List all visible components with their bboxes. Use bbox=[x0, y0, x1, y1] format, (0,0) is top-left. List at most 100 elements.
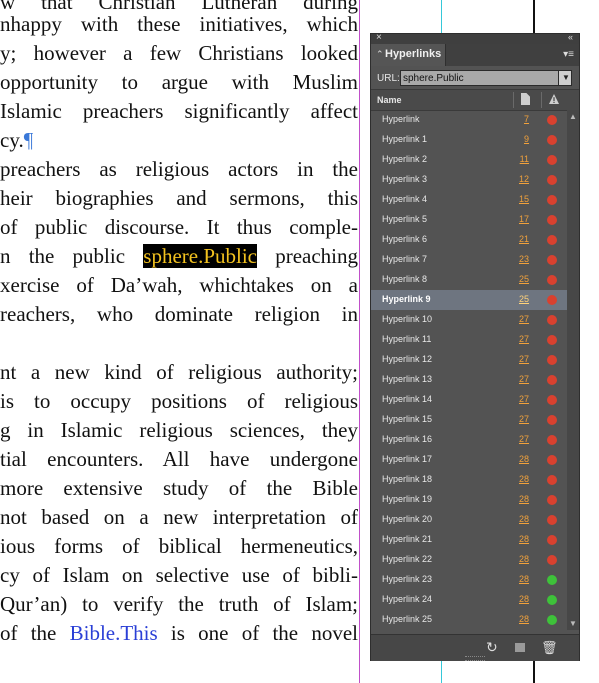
hyperlink-page-link[interactable]: 28 bbox=[519, 474, 529, 484]
hyperlink-row[interactable]: Hyperlink 7 23 bbox=[371, 250, 567, 270]
url-field[interactable] bbox=[400, 70, 560, 86]
scroll-up-icon[interactable]: ▲ bbox=[569, 112, 577, 121]
hyperlink-page-link[interactable]: 7 bbox=[524, 114, 529, 124]
hyperlink-row[interactable]: Hyperlink 10 27 bbox=[371, 310, 567, 330]
text-line[interactable]: is to occupy positions of religious bbox=[0, 387, 358, 416]
hyperlink-page-link[interactable]: 21 bbox=[519, 234, 529, 244]
hyperlink-row[interactable]: Hyperlink 19 28 bbox=[371, 490, 567, 510]
collapse-icon[interactable]: « bbox=[568, 32, 573, 42]
panel-menu-icon[interactable]: ▾≡ bbox=[563, 49, 574, 60]
hyperlink-row[interactable]: Hyperlink 2 11 bbox=[371, 150, 567, 170]
list-scrollbar[interactable]: ▲ ▼ bbox=[567, 110, 579, 630]
text-line[interactable]: tial encounters. All have undergone bbox=[0, 445, 358, 474]
tab-expand-icon[interactable]: ⌃ bbox=[376, 49, 384, 60]
tab-hyperlinks[interactable]: ⌃ Hyperlinks bbox=[371, 44, 446, 66]
hyperlink-page-link[interactable]: 28 bbox=[519, 554, 529, 564]
hyperlink-row[interactable]: Hyperlink 17 28 bbox=[371, 450, 567, 470]
text-line[interactable]: g in Islamic religious sciences, they bbox=[0, 416, 358, 445]
hyperlink-page-link[interactable]: 28 bbox=[519, 594, 529, 604]
hyperlink-page-link[interactable]: 23 bbox=[519, 254, 529, 264]
hyperlink-page-link[interactable]: 17 bbox=[519, 214, 529, 224]
status-error-icon bbox=[547, 455, 557, 465]
text-line[interactable]: nt a new kind of religious authority; bbox=[0, 358, 358, 387]
text-line[interactable]: y; however a few Christians looked bbox=[0, 39, 358, 68]
hyperlink-row[interactable]: Hyperlink 12 27 bbox=[371, 350, 567, 370]
hyperlink-page-link[interactable]: 27 bbox=[519, 414, 529, 424]
hyperlink-row[interactable]: Hyperlink 3 12 bbox=[371, 170, 567, 190]
hyperlink-row[interactable]: Hyperlink 13 27 bbox=[371, 370, 567, 390]
hyperlink-page-link[interactable]: 27 bbox=[519, 374, 529, 384]
text-line[interactable]: of public discourse. It thus comple- bbox=[0, 213, 358, 242]
hyperlink-row[interactable]: Hyperlink 15 27 bbox=[371, 410, 567, 430]
hyperlink-page-link[interactable]: 27 bbox=[519, 334, 529, 344]
text-line[interactable]: cy.¶ bbox=[0, 126, 358, 155]
hyperlink-row[interactable]: Hyperlink 22 28 bbox=[371, 550, 567, 570]
text-line[interactable]: opportunity to argue with Muslim bbox=[0, 68, 358, 97]
document-page[interactable]: w that Christian Lutheran during nhappy w… bbox=[0, 0, 360, 683]
text-line[interactable]: reachers, who dominate religion in bbox=[0, 300, 358, 329]
hyperlink-row[interactable]: Hyperlink 18 28 bbox=[371, 470, 567, 490]
text-line[interactable]: n the public sphere.Public preaching bbox=[0, 242, 358, 271]
text-line[interactable]: more extensive study of the Bible bbox=[0, 474, 358, 503]
hyperlink-row[interactable]: Hyperlink 20 28 bbox=[371, 510, 567, 530]
text-line[interactable]: preachers as religious actors in the bbox=[0, 155, 358, 184]
hyperlink-page-link[interactable]: 28 bbox=[519, 614, 529, 624]
text-line[interactable]: ious forms of biblical hermeneutics, bbox=[0, 532, 358, 561]
hyperlink-row[interactable]: Hyperlink 7 bbox=[371, 110, 567, 130]
hyperlink-page-link[interactable]: 28 bbox=[519, 494, 529, 504]
hyperlink-row[interactable]: Hyperlink 25 28 bbox=[371, 610, 567, 630]
text-line[interactable]: xercise of Da’wah, whichtakes on a bbox=[0, 271, 358, 300]
text-line[interactable]: heir biographies and sermons, this bbox=[0, 184, 358, 213]
text-line[interactable]: nhappy with these initiatives, which bbox=[0, 10, 358, 39]
hyperlink-row[interactable]: Hyperlink 6 21 bbox=[371, 230, 567, 250]
text-line[interactable]: of the Bible.This is one of the novel bbox=[0, 619, 358, 648]
hyperlink-page-link[interactable]: 25 bbox=[519, 294, 529, 304]
selected-text[interactable]: sphere.Public bbox=[143, 244, 257, 268]
text-run: cy. bbox=[0, 128, 24, 152]
trash-icon[interactable]: 🗑 bbox=[541, 640, 558, 656]
hyperlink-page-link[interactable]: 28 bbox=[519, 514, 529, 524]
close-icon[interactable]: × bbox=[376, 32, 382, 43]
hyperlink-name: Hyperlink 14 bbox=[382, 394, 433, 404]
text-line[interactable]: Islamic preachers significantly affect bbox=[0, 97, 358, 126]
hyperlink-page-link[interactable]: 9 bbox=[524, 134, 529, 144]
hyperlink-page-link[interactable]: 27 bbox=[519, 394, 529, 404]
url-dropdown-button[interactable]: ▼ bbox=[558, 70, 572, 86]
hyperlink-row[interactable]: Hyperlink 21 28 bbox=[371, 530, 567, 550]
hyperlink-row[interactable]: Hyperlink 11 27 bbox=[371, 330, 567, 350]
hyperlink-row[interactable]: Hyperlink 1 9 bbox=[371, 130, 567, 150]
warning-icon[interactable] bbox=[548, 93, 560, 105]
hyperlink-page-link[interactable]: 27 bbox=[519, 314, 529, 324]
resize-grip[interactable] bbox=[465, 656, 485, 661]
hyperlink-row[interactable]: Hyperlink 8 25 bbox=[371, 270, 567, 290]
url-input[interactable] bbox=[403, 71, 543, 85]
scroll-down-icon[interactable]: ▼ bbox=[569, 619, 577, 628]
text-line[interactable]: cy of Islam on selective use of bibli- bbox=[0, 561, 358, 590]
hyperlink-page-link[interactable]: 27 bbox=[519, 434, 529, 444]
hyperlink-page-link[interactable]: 15 bbox=[519, 194, 529, 204]
text-line[interactable]: Qur’an) to verify the truth of Islam; bbox=[0, 590, 358, 619]
hyperlink-row[interactable]: Hyperlink 9 25 bbox=[371, 290, 567, 310]
hyperlink-page-link[interactable]: 28 bbox=[519, 454, 529, 464]
hyperlink-row[interactable]: Hyperlink 23 28 bbox=[371, 570, 567, 590]
hyperlink-list[interactable]: Hyperlink 7 Hyperlink 1 9 Hyperlink 2 11 Hyper… bbox=[371, 110, 567, 630]
hyperlink-name: Hyperlink 8 bbox=[382, 274, 428, 284]
hyperlink-row[interactable]: Hyperlink 24 28 bbox=[371, 590, 567, 610]
text-line[interactable] bbox=[0, 329, 358, 358]
refresh-icon[interactable]: ↻ bbox=[486, 639, 498, 656]
hyperlink-page-link[interactable]: 12 bbox=[519, 174, 529, 184]
hyperlink-row[interactable]: Hyperlink 14 27 bbox=[371, 390, 567, 410]
hyperlink-row[interactable]: Hyperlink 5 17 bbox=[371, 210, 567, 230]
hyperlink-page-link[interactable]: 28 bbox=[519, 574, 529, 584]
page-icon[interactable] bbox=[521, 93, 530, 105]
column-header-name[interactable]: Name bbox=[377, 95, 402, 105]
hyperlink-page-link[interactable]: 25 bbox=[519, 274, 529, 284]
hyperlink-page-link[interactable]: 28 bbox=[519, 534, 529, 544]
hyperlink-row[interactable]: Hyperlink 16 27 bbox=[371, 430, 567, 450]
hyperlink-page-link[interactable]: 11 bbox=[520, 154, 529, 164]
text-line[interactable]: not based on a new interpretation of bbox=[0, 503, 358, 532]
hyperlink-row[interactable]: Hyperlink 4 15 bbox=[371, 190, 567, 210]
new-hyperlink-icon[interactable] bbox=[515, 643, 525, 652]
hyperlink-text[interactable]: Bible.This bbox=[70, 621, 158, 645]
hyperlink-page-link[interactable]: 27 bbox=[519, 354, 529, 364]
